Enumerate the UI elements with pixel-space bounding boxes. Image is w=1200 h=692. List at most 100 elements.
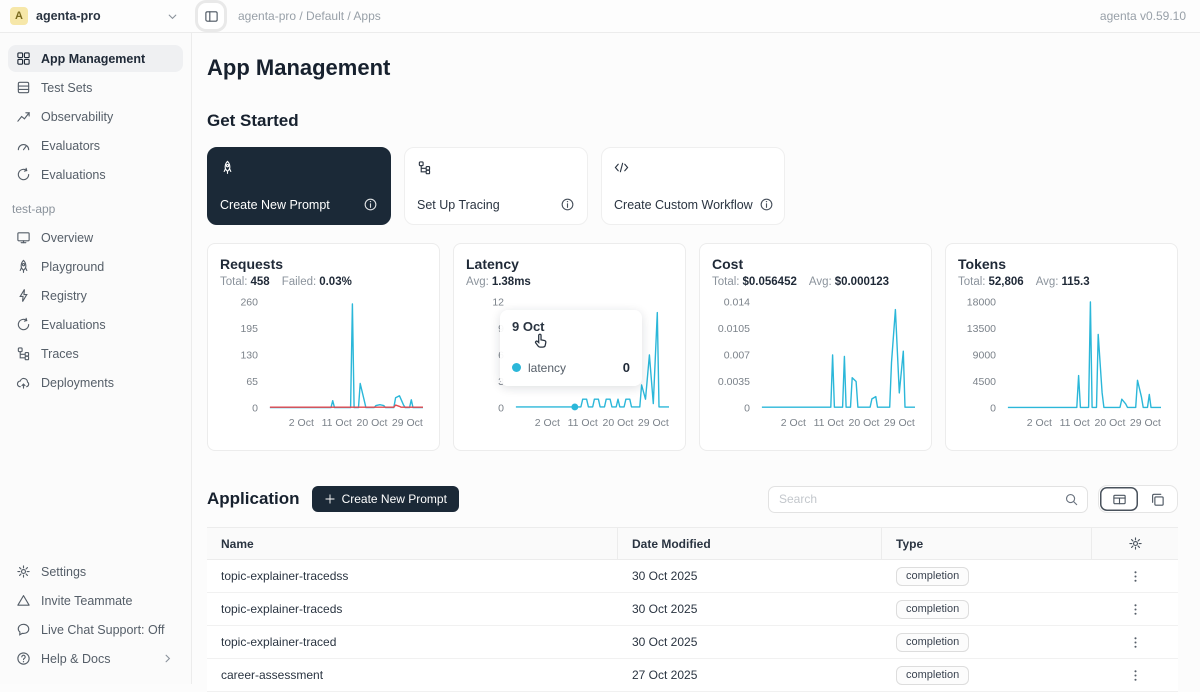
sidebar-item-label: Invite Teammate <box>41 594 132 608</box>
sidebar-item-evaluators[interactable]: Evaluators <box>8 132 183 159</box>
cycle-icon <box>16 167 31 182</box>
sidebar-item-test-sets[interactable]: Test Sets <box>8 74 183 101</box>
column-header-type[interactable]: Type <box>882 528 1092 559</box>
card-label: Set Up Tracing <box>417 198 500 212</box>
sidebar-item-help-docs[interactable]: Help & Docs <box>8 645 183 672</box>
sidebar-item-overview[interactable]: Overview <box>8 224 183 251</box>
get-started-title: Get Started <box>207 111 1178 131</box>
set-up-tracing-card[interactable]: Set Up Tracing <box>404 147 588 225</box>
svg-text:0.0105: 0.0105 <box>718 323 750 335</box>
svg-text:20 Oct: 20 Oct <box>603 417 634 429</box>
sidebar-item-settings[interactable]: Settings <box>8 558 183 585</box>
info-icon[interactable] <box>363 197 378 212</box>
cell-type: completion <box>882 633 1092 652</box>
create-new-prompt-button[interactable]: Create New Prompt <box>312 486 459 512</box>
sidebar-item-label: Help & Docs <box>41 652 110 666</box>
svg-text:29 Oct: 29 Oct <box>638 417 669 429</box>
cycle-icon <box>16 317 31 332</box>
sidebar-item-traces[interactable]: Traces <box>8 340 183 367</box>
cell-type: completion <box>882 666 1092 685</box>
sidebar-item-registry[interactable]: Registry <box>8 282 183 309</box>
sidebar-item-label: Overview <box>41 231 93 245</box>
workspace-selector[interactable]: A agenta-pro <box>0 7 192 25</box>
svg-text:20 Oct: 20 Oct <box>1095 417 1126 429</box>
svg-text:4500: 4500 <box>973 376 997 388</box>
sidebar-item-evaluations[interactable]: Evaluations <box>8 161 183 188</box>
svg-text:0: 0 <box>744 403 750 415</box>
collapse-sidebar-button[interactable] <box>198 3 224 29</box>
column-header-name[interactable]: Name <box>207 528 618 559</box>
column-header-date-modified[interactable]: Date Modified <box>618 528 882 559</box>
table-row[interactable]: topic-explainer-tracedss30 Oct 2025compl… <box>207 560 1178 593</box>
monitor-icon <box>16 230 31 245</box>
sidebar-item-evaluations[interactable]: Evaluations <box>8 311 183 338</box>
chart-title: Requests <box>220 256 429 272</box>
svg-text:11 Oct: 11 Oct <box>322 417 352 429</box>
sidebar-item-live-chat-support-off[interactable]: Live Chat Support: Off <box>8 616 183 643</box>
svg-text:65: 65 <box>246 376 258 388</box>
row-menu-button[interactable] <box>1124 598 1146 620</box>
sidebar-item-label: Deployments <box>41 376 114 390</box>
sidebar-item-deployments[interactable]: Deployments <box>8 369 183 396</box>
triangle-icon <box>16 593 31 608</box>
search-button[interactable] <box>1055 487 1087 512</box>
chart-stat: Total:458 <box>220 276 270 288</box>
svg-text:11 Oct: 11 Oct <box>814 417 844 429</box>
type-badge: completion <box>896 633 969 652</box>
row-menu-button[interactable] <box>1124 565 1146 587</box>
metric-charts: RequestsTotal:458Failed:0.03%06513019526… <box>207 243 1178 451</box>
svg-text:0.014: 0.014 <box>724 297 750 309</box>
table-row[interactable]: topic-explainer-traced30 Oct 2025complet… <box>207 626 1178 659</box>
info-icon[interactable] <box>759 197 774 212</box>
sidebar-item-app-management[interactable]: App Management <box>8 45 183 72</box>
cell-date-modified: 30 Oct 2025 <box>618 602 882 616</box>
main-content: App Management Get Started Create New Pr… <box>192 33 1200 692</box>
sidebar-item-label: Evaluations <box>41 168 106 182</box>
chevron-down-icon <box>165 9 180 24</box>
table-row[interactable]: career-assessment27 Oct 2025completion <box>207 659 1178 692</box>
chart-plot-tokens: 04500900013500180002 Oct11 Oct20 Oct29 O… <box>958 290 1167 438</box>
svg-text:20 Oct: 20 Oct <box>849 417 880 429</box>
sidebar-item-label: Registry <box>41 289 87 303</box>
cell-name: career-assessment <box>207 668 618 682</box>
type-badge: completion <box>896 666 969 685</box>
rocket-icon <box>220 160 235 175</box>
cell-name: topic-explainer-tracedss <box>207 569 618 583</box>
sidebar-item-observability[interactable]: Observability <box>8 103 183 130</box>
info-icon[interactable] <box>560 197 575 212</box>
sidebar-item-label: App Management <box>41 52 145 66</box>
gear-icon <box>1128 536 1143 551</box>
table-body: topic-explainer-tracedss 30 Oct 2025 compl… <box>207 560 1178 692</box>
sidebar-item-playground[interactable]: Playground <box>8 253 183 280</box>
card-label: Create New Prompt <box>220 198 330 212</box>
app-version: agenta v0.59.10 <box>1100 9 1200 23</box>
svg-text:2 Oct: 2 Oct <box>1027 417 1052 429</box>
svg-text:29 Oct: 29 Oct <box>884 417 915 429</box>
column-settings[interactable] <box>1092 528 1178 559</box>
application-title: Application <box>207 489 300 509</box>
chart-stats: Total:458Failed:0.03% <box>220 276 429 288</box>
svg-text:0.0035: 0.0035 <box>718 376 750 388</box>
sidebar: App ManagementTest SetsObservabilityEval… <box>0 33 192 684</box>
chart-card-requests[interactable]: RequestsTotal:458Failed:0.03%06513019526… <box>207 243 440 451</box>
row-menu-button[interactable] <box>1124 631 1146 653</box>
sidebar-panel-icon <box>204 9 219 24</box>
series-dot <box>512 363 521 372</box>
sidebar-item-invite-teammate[interactable]: Invite Teammate <box>8 587 183 614</box>
svg-text:0: 0 <box>498 403 504 415</box>
chart-card-latency[interactable]: LatencyAvg:1.38ms0369122 Oct11 Oct20 Oct… <box>453 243 686 451</box>
table-header: Name Date Modified Type <box>207 528 1178 560</box>
breadcrumb[interactable]: agenta-pro / Default / Apps <box>238 9 381 23</box>
svg-text:29 Oct: 29 Oct <box>392 417 423 429</box>
chart-card-cost[interactable]: CostTotal:$0.056452Avg:$0.00012300.00350… <box>699 243 932 451</box>
table-row[interactable]: topic-explainer-traceds30 Oct 2025comple… <box>207 593 1178 626</box>
row-menu-button[interactable] <box>1124 664 1146 686</box>
chart-stat: Avg:$0.000123 <box>809 276 889 288</box>
search-input[interactable] <box>769 492 1055 506</box>
table-view-toggle[interactable] <box>1100 487 1138 511</box>
create-custom-workflow-card[interactable]: Create Custom Workflow <box>601 147 785 225</box>
card-view-toggle[interactable] <box>1138 487 1176 511</box>
chart-card-tokens[interactable]: TokensTotal:52,806Avg:115.30450090001350… <box>945 243 1178 451</box>
create-new-prompt-card[interactable]: Create New Prompt <box>207 147 391 225</box>
search-box <box>768 486 1088 513</box>
